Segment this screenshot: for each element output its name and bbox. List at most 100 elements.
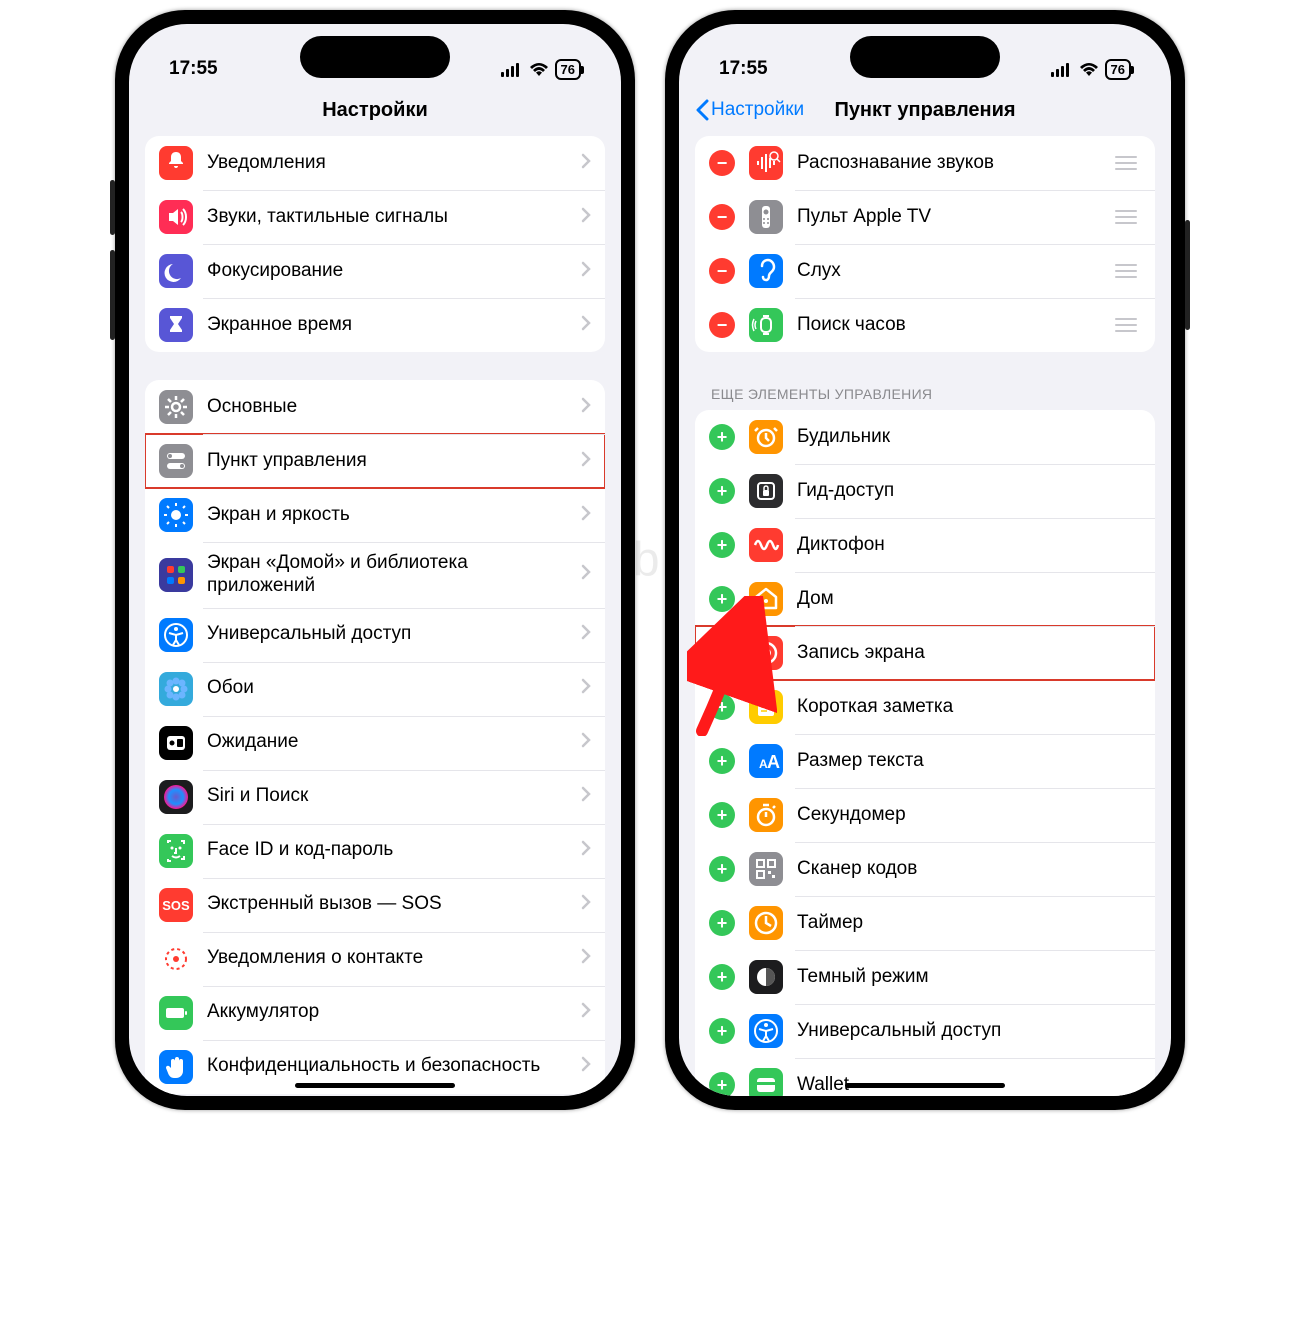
row-label: Универсальный доступ	[207, 623, 581, 646]
included-controls-group: − Распознавание звуков − Пульт Apple TV …	[695, 136, 1155, 352]
remove-button[interactable]: −	[709, 258, 735, 284]
add-button[interactable]: +	[709, 478, 735, 504]
back-button[interactable]: Настройки	[695, 99, 804, 121]
add-button[interactable]: +	[709, 640, 735, 666]
settings-row[interactable]: Ожидание	[145, 716, 605, 770]
add-button[interactable]: +	[709, 424, 735, 450]
drag-handle-icon[interactable]	[1111, 264, 1141, 278]
row-label: Экран и яркость	[207, 504, 581, 527]
home-indicator[interactable]	[295, 1083, 455, 1088]
page-title: Настройки	[322, 99, 428, 122]
add-button[interactable]: +	[709, 856, 735, 882]
row-label: Siri и Поиск	[207, 785, 581, 808]
add-button[interactable]: +	[709, 910, 735, 936]
hand-icon	[159, 1050, 193, 1084]
settings-row[interactable]: Экран и яркость	[145, 488, 605, 542]
settings-row[interactable]: Экран «Домой» и библиотека приложений	[145, 542, 605, 608]
screen-right: 17:55 76 Настройки Пункт управления − Ра…	[679, 24, 1171, 1096]
grid-icon	[159, 558, 193, 592]
settings-row[interactable]: Siri и Поиск	[145, 770, 605, 824]
control-center-content[interactable]: − Распознавание звуков − Пульт Apple TV …	[679, 136, 1171, 1096]
settings-row[interactable]: SOS Экстренный вызов — SOS	[145, 878, 605, 932]
settings-content[interactable]: Уведомления Звуки, тактильные сигналы Фо…	[129, 136, 621, 1096]
add-button[interactable]: +	[709, 1072, 735, 1096]
row-label: Темный режим	[797, 966, 1141, 989]
settings-row[interactable]: Пункт управления	[145, 434, 605, 488]
control-row: + Wallet	[695, 1058, 1155, 1096]
row-label: Секундомер	[797, 804, 1141, 827]
row-label: Сканер кодов	[797, 858, 1141, 881]
record-icon	[749, 636, 783, 670]
settings-group-1: Уведомления Звуки, тактильные сигналы Фо…	[145, 136, 605, 352]
drag-handle-icon[interactable]	[1111, 210, 1141, 224]
chevron-right-icon	[581, 948, 591, 969]
row-label: Аккумулятор	[207, 1001, 581, 1024]
add-button[interactable]: +	[709, 964, 735, 990]
settings-row[interactable]: Аккумулятор	[145, 986, 605, 1040]
row-label: Распознавание звуков	[797, 152, 1111, 175]
row-label: Поиск часов	[797, 314, 1111, 337]
toggles-icon	[159, 444, 193, 478]
wallet-icon	[749, 1068, 783, 1096]
add-button[interactable]: +	[709, 748, 735, 774]
remote-icon	[749, 200, 783, 234]
control-row: − Пульт Apple TV	[695, 190, 1155, 244]
drag-handle-icon[interactable]	[1111, 318, 1141, 332]
speaker-icon	[159, 200, 193, 234]
row-label: Ожидание	[207, 731, 581, 754]
gear-icon	[159, 390, 193, 424]
wifi-icon	[1079, 63, 1099, 77]
back-label: Настройки	[711, 99, 804, 121]
remove-button[interactable]: −	[709, 204, 735, 230]
control-row: + Дом	[695, 572, 1155, 626]
settings-row[interactable]: Фокусирование	[145, 244, 605, 298]
settings-row[interactable]: Основные	[145, 380, 605, 434]
chevron-right-icon	[581, 1002, 591, 1023]
settings-row[interactable]: Face ID и код-пароль	[145, 824, 605, 878]
control-row: + Секундомер	[695, 788, 1155, 842]
battery-icon	[159, 996, 193, 1030]
add-button[interactable]: +	[709, 802, 735, 828]
control-row: + Будильник	[695, 410, 1155, 464]
remove-button[interactable]: −	[709, 312, 735, 338]
settings-row[interactable]: Универсальный доступ	[145, 608, 605, 662]
settings-row[interactable]: Экранное время	[145, 298, 605, 352]
phone-frame-left: 17:55 76 Настройки Уведомления Звуки, та…	[115, 10, 635, 1110]
lock-icon	[749, 474, 783, 508]
battery-icon: 76	[555, 59, 581, 80]
darkmode-icon	[749, 960, 783, 994]
remove-button[interactable]: −	[709, 150, 735, 176]
add-button[interactable]: +	[709, 532, 735, 558]
add-button[interactable]: +	[709, 586, 735, 612]
home-icon	[749, 582, 783, 616]
svg-text:A: A	[767, 752, 780, 772]
drag-handle-icon[interactable]	[1111, 156, 1141, 170]
timer-icon	[749, 906, 783, 940]
row-label: Пункт управления	[207, 450, 581, 473]
row-label: Размер текста	[797, 750, 1141, 773]
home-indicator[interactable]	[845, 1083, 1005, 1088]
settings-row[interactable]: Обои	[145, 662, 605, 716]
control-row: + AA Размер текста	[695, 734, 1155, 788]
chevron-left-icon	[695, 99, 709, 121]
add-button[interactable]: +	[709, 1018, 735, 1044]
access-icon	[749, 1014, 783, 1048]
chevron-right-icon	[581, 397, 591, 418]
settings-row[interactable]: Уведомления	[145, 136, 605, 190]
chevron-right-icon	[581, 840, 591, 861]
wave-icon	[749, 528, 783, 562]
faceid-icon	[159, 834, 193, 868]
textsize-icon: AA	[749, 744, 783, 778]
settings-row[interactable]: Звуки, тактильные сигналы	[145, 190, 605, 244]
nav-bar: Настройки	[129, 84, 621, 136]
add-button[interactable]: +	[709, 694, 735, 720]
row-label: Уведомления	[207, 152, 581, 175]
settings-row[interactable]: Уведомления о контакте	[145, 932, 605, 986]
note-icon	[749, 690, 783, 724]
row-label: Обои	[207, 677, 581, 700]
row-label: Короткая заметка	[797, 696, 1141, 719]
row-label: Экран «Домой» и библиотека приложений	[207, 552, 581, 598]
chevron-right-icon	[581, 261, 591, 282]
dynamic-island	[300, 36, 450, 78]
chevron-right-icon	[581, 315, 591, 336]
